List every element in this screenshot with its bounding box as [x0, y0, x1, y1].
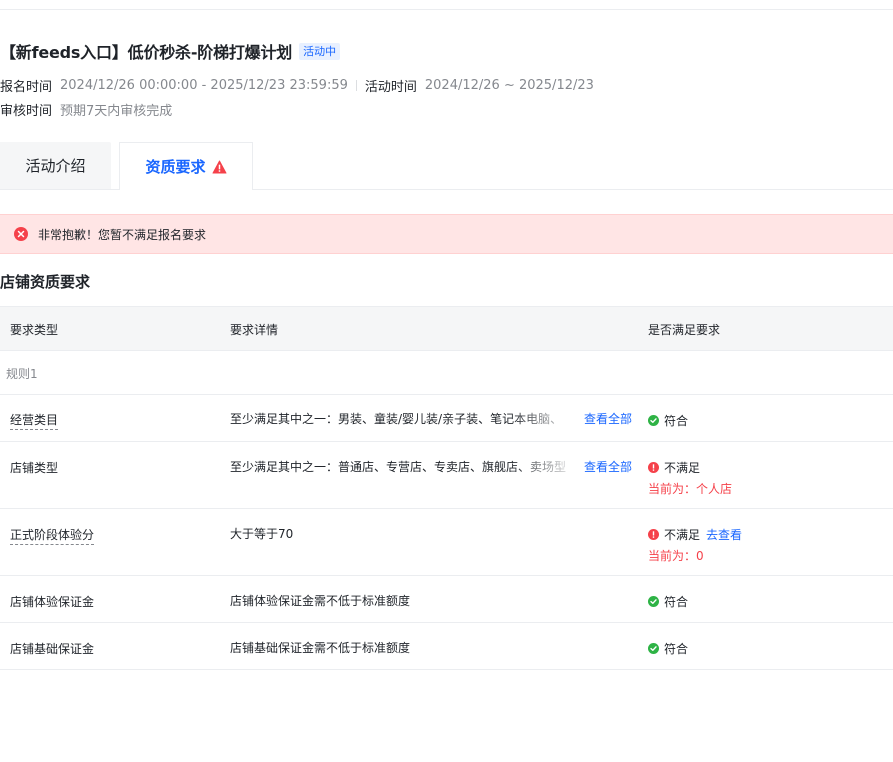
- rule-group-row: 规则1: [0, 351, 893, 395]
- view-all-link[interactable]: 查看全部: [579, 458, 632, 475]
- header-type: 要求类型: [10, 323, 59, 337]
- activity-time-label: 活动时间: [364, 79, 417, 95]
- active-tab-gap: [120, 189, 252, 190]
- requirement-type[interactable]: 经营类目: [10, 411, 59, 430]
- error-circle-icon: [14, 227, 28, 241]
- requirement-status: 符合: [648, 640, 688, 657]
- error-alert: 非常抱歉！您暂不满足报名要求: [0, 214, 893, 254]
- page-title: 【新feeds入口】低价秒杀-阶梯打爆计划: [0, 43, 293, 62]
- meta-divider: [355, 79, 357, 91]
- requirement-detail: 店铺体验保证金需不低于标准额度: [230, 594, 411, 608]
- top-divider: [0, 9, 893, 10]
- check-circle-icon: [648, 596, 659, 607]
- table-row: 店铺体验保证金 店铺体验保证金需不低于标准额度 符合: [0, 576, 893, 623]
- go-check-link[interactable]: 去查看: [706, 526, 742, 543]
- requirement-status: 不满足: [648, 459, 700, 476]
- status-text: 符合: [664, 595, 689, 609]
- requirement-detail: 店铺基础保证金需不低于标准额度: [230, 641, 411, 655]
- exclamation-circle-icon: [648, 529, 659, 540]
- requirement-status: 符合: [648, 412, 688, 429]
- requirement-type: 店铺基础保证金: [10, 642, 95, 656]
- status-badge: 活动中: [299, 42, 341, 60]
- table-row: 经营类目 至少满足其中之一：男装、童装/婴儿装/亲子装、笔记本电脑、 查看全部 …: [0, 395, 893, 442]
- requirement-type: 店铺体验保证金: [10, 595, 95, 609]
- header-status: 是否满足要求: [648, 323, 721, 337]
- requirement-type[interactable]: 正式阶段体验分: [10, 526, 95, 545]
- review-info-row: 审核时间 预期7天内审核完成: [0, 100, 173, 119]
- review-time-value: 预期7天内审核完成: [60, 103, 173, 119]
- status-text: 不满足: [664, 528, 701, 542]
- alert-message: 非常抱歉！您暂不满足报名要求: [38, 227, 207, 242]
- tab-intro[interactable]: 活动介绍: [0, 142, 111, 189]
- check-circle-icon: [648, 643, 659, 654]
- activity-header: 【新feeds入口】低价秒杀-阶梯打爆计划 活动中: [0, 40, 341, 62]
- requirement-status: 符合: [648, 593, 688, 610]
- table-row: 店铺类型 至少满足其中之一：普通店、专营店、专卖店、旗舰店、卖场型 查看全部 不…: [0, 442, 893, 509]
- warning-triangle-icon: [212, 159, 226, 174]
- activity-time-value: 2024/12/26 ~ 2025/12/23: [424, 77, 594, 93]
- table-row: 正式阶段体验分 大于等于70 不满足 去查看 当前为：0: [0, 509, 893, 576]
- check-circle-icon: [648, 415, 659, 426]
- status-text: 符合: [664, 642, 689, 656]
- current-value: 当前为：个人店: [648, 482, 733, 496]
- requirement-detail: 大于等于70: [230, 527, 294, 541]
- signup-time-value: 2024/12/26 00:00:00 - 2025/12/23 23:59:5…: [60, 77, 348, 93]
- current-value: 当前为：0: [648, 549, 704, 563]
- exclamation-circle-icon: [648, 462, 659, 473]
- detail-text: 至少满足其中之一：普通店、专营店、专卖店、旗舰店、卖场型: [230, 460, 567, 474]
- review-time-label: 审核时间: [0, 103, 53, 119]
- table-row: 店铺基础保证金 店铺基础保证金需不低于标准额度 符合: [0, 623, 893, 670]
- section-title: 店铺资质要求: [0, 273, 91, 291]
- requirement-status: 不满足 去查看: [648, 526, 742, 543]
- requirement-detail: 至少满足其中之一：男装、童装/婴儿装/亲子装、笔记本电脑、 查看全部: [230, 410, 634, 427]
- tab-requirements-label: 资质要求: [145, 158, 206, 176]
- tab-intro-label: 活动介绍: [25, 157, 86, 175]
- requirement-detail: 至少满足其中之一：普通店、专营店、专卖店、旗舰店、卖场型 查看全部: [230, 458, 634, 475]
- signup-time-label: 报名时间: [0, 79, 53, 95]
- requirements-table: 要求类型 要求详情 是否满足要求 规则1 经营类目 至少满足其中之一：男装、童装…: [0, 306, 893, 670]
- tab-requirements[interactable]: 资质要求: [119, 142, 253, 190]
- rule-label: 规则1: [6, 367, 38, 381]
- detail-text: 至少满足其中之一：男装、童装/婴儿装/亲子装、笔记本电脑、: [230, 412, 563, 426]
- time-info-row: 报名时间 2024/12/26 00:00:00 - 2025/12/23 23…: [0, 76, 594, 95]
- table-header: 要求类型 要求详情 是否满足要求: [0, 306, 893, 351]
- status-text: 不满足: [664, 461, 701, 475]
- view-all-link[interactable]: 查看全部: [579, 410, 632, 427]
- header-detail: 要求详情: [230, 323, 279, 337]
- requirement-type: 店铺类型: [10, 461, 59, 475]
- status-text: 符合: [664, 414, 689, 428]
